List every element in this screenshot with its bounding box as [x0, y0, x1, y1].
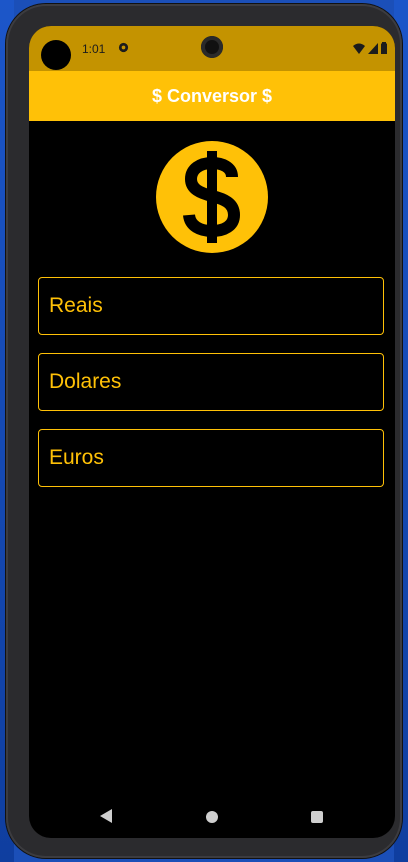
sync-icon [118, 42, 129, 53]
app-title: $ Conversor $ [151, 85, 273, 106]
dolares-field[interactable]: Dolares [38, 353, 384, 411]
back-icon[interactable] [99, 808, 113, 824]
notification-dot [41, 40, 71, 70]
euros-label: Euros [49, 446, 104, 469]
app-bar: $ Conversor $ [29, 71, 395, 121]
battery-icon [381, 42, 387, 54]
reais-field[interactable]: Reais [38, 277, 384, 335]
dolares-label: Dolares [49, 370, 122, 393]
status-time: 1:01 [82, 42, 106, 56]
phone-frame: 1:01 $ Conversor $ Reais Dolares Euros [6, 4, 402, 858]
phone-screen: 1:01 $ Conversor $ Reais Dolares Euros [29, 26, 395, 838]
signal-icon [368, 43, 378, 54]
status-bar: 1:01 [29, 26, 395, 71]
logo [156, 141, 268, 253]
navigation-bar [29, 796, 395, 838]
wifi-icon [353, 43, 365, 54]
recents-icon[interactable] [311, 811, 323, 823]
home-icon[interactable] [206, 811, 218, 823]
euros-field[interactable]: Euros [38, 429, 384, 487]
dollar-icon [183, 151, 241, 243]
reais-label: Reais [49, 294, 103, 317]
system-icons [353, 42, 387, 54]
camera-cutout [201, 36, 223, 58]
